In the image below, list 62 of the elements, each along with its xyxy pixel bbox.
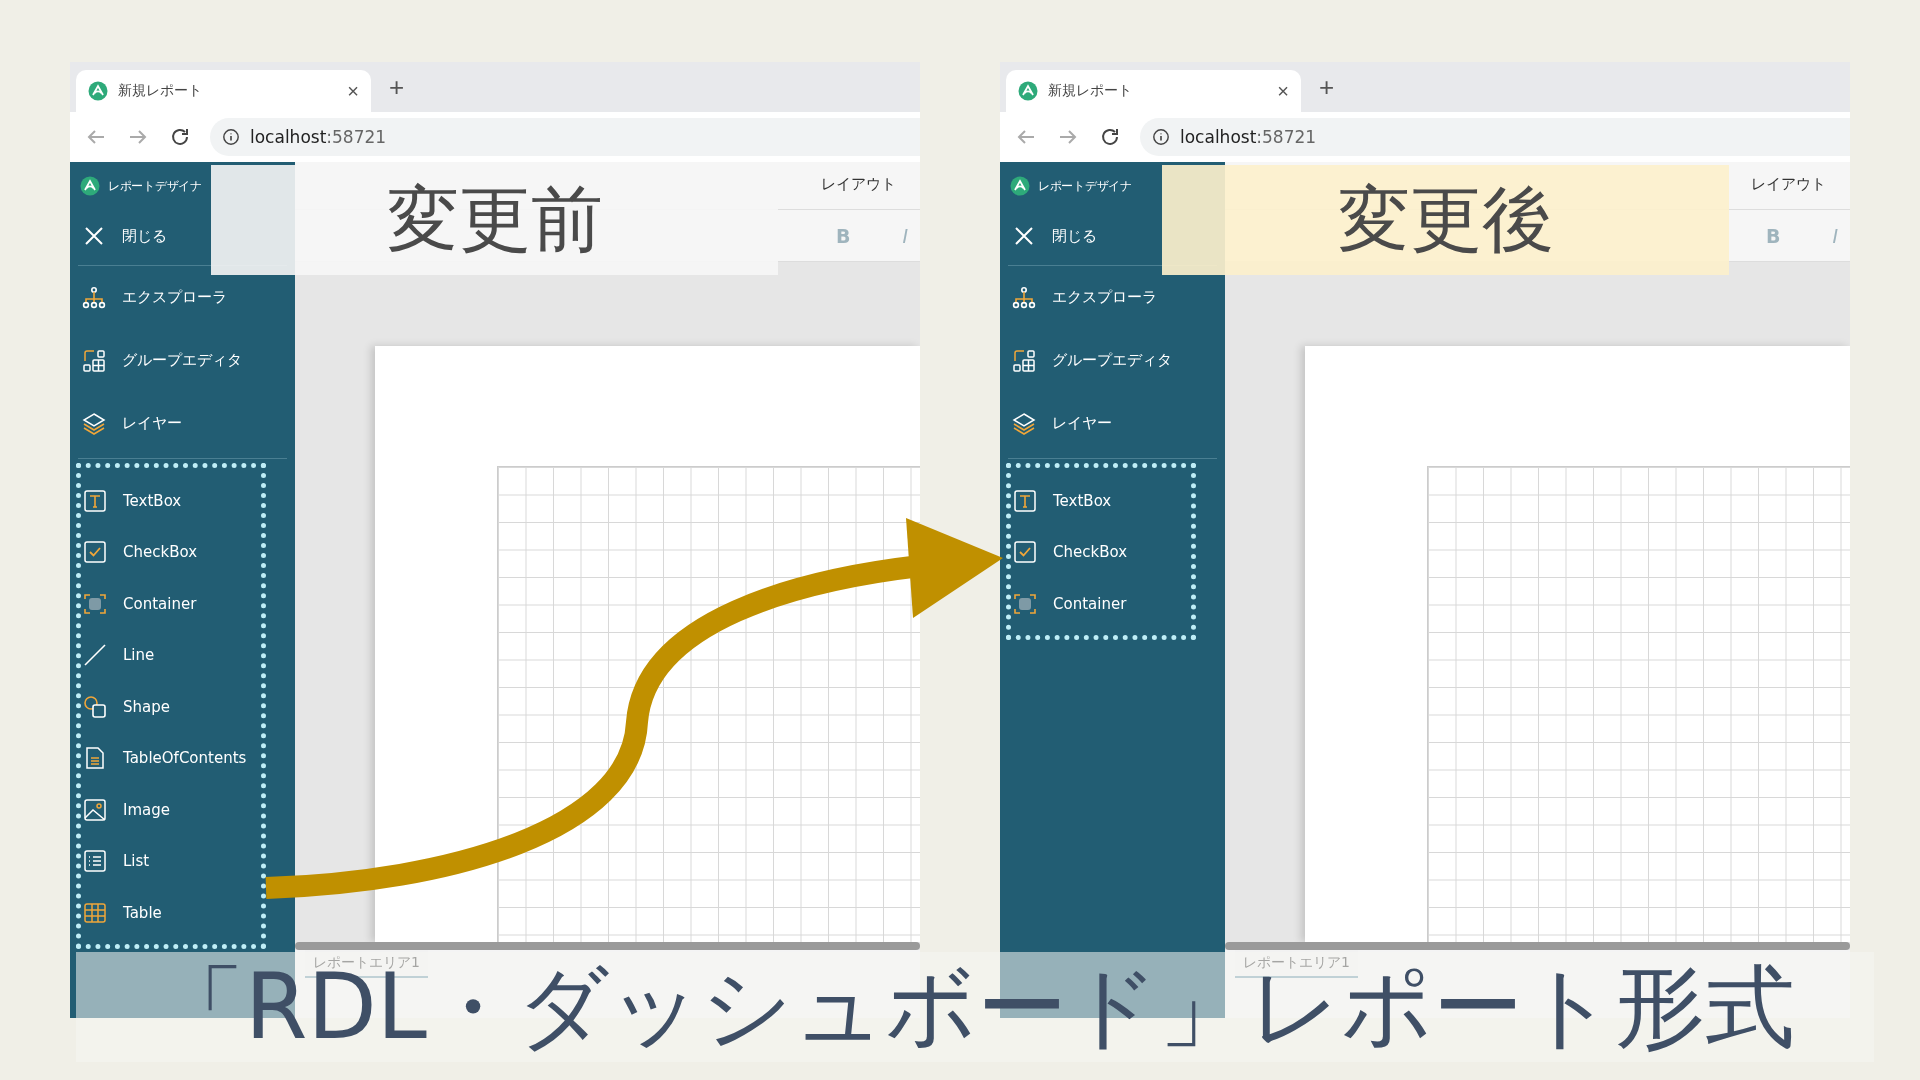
- close-tab-button[interactable]: ×: [1277, 79, 1289, 103]
- app-logo-icon: [1010, 176, 1030, 196]
- address-bar[interactable]: localhost:58721: [210, 118, 920, 156]
- grid-icon: [1012, 348, 1036, 373]
- close-tab-button[interactable]: ×: [347, 79, 359, 103]
- sidebar-item[interactable]: レイヤー: [1000, 403, 1116, 444]
- toolbox-item[interactable]: Image: [81, 789, 174, 830]
- hierarchy-icon: [82, 285, 106, 310]
- toolbox-item[interactable]: TextBox: [81, 480, 186, 521]
- url-text: localhost:58721: [1180, 127, 1317, 147]
- shapes-icon: [83, 694, 107, 719]
- checkbox-icon: [1013, 540, 1037, 564]
- toolbox-item[interactable]: Line: [81, 635, 159, 675]
- ribbon-tab[interactable]: レイアウト: [811, 162, 906, 209]
- toolbox-item[interactable]: Table: [81, 892, 166, 933]
- layers-icon: [82, 411, 106, 436]
- scrollbar[interactable]: [295, 942, 920, 950]
- hierarchy-icon: [1012, 285, 1036, 310]
- grid-icon: [82, 348, 106, 373]
- list-icon: [83, 849, 107, 873]
- app-logo-icon: [88, 81, 108, 101]
- info-icon: [1152, 128, 1170, 146]
- toolbox-item[interactable]: List: [81, 841, 154, 881]
- sidebar-item[interactable]: グループエディタ: [1000, 340, 1176, 381]
- app-title: レポートデザイナ: [1038, 177, 1132, 195]
- scrollbar[interactable]: [1225, 942, 1850, 950]
- checkbox-icon: [83, 540, 107, 564]
- layers-icon: [1012, 411, 1036, 436]
- info-icon: [222, 128, 240, 146]
- text-icon: [83, 488, 107, 513]
- new-tab-button[interactable]: +: [1313, 71, 1341, 103]
- app-title: レポートデザイナ: [108, 177, 202, 195]
- url-text: localhost:58721: [250, 127, 387, 147]
- app-logo-icon: [80, 176, 100, 196]
- toolbox-item[interactable]: Shape: [81, 686, 174, 727]
- toolbox-item[interactable]: TableOfContents: [81, 738, 251, 778]
- overlay-label: 変更前: [211, 165, 778, 275]
- table-icon: [83, 900, 107, 925]
- browser-tab[interactable]: 新規レポート ×: [76, 70, 371, 112]
- document-icon: [83, 746, 107, 770]
- toolbox-item[interactable]: CheckBox: [1011, 532, 1132, 572]
- ribbon-tab[interactable]: レイアウト: [1741, 162, 1836, 209]
- toolbox-item[interactable]: CheckBox: [81, 532, 202, 572]
- address-bar[interactable]: localhost:58721: [1140, 118, 1850, 156]
- toolbox-item[interactable]: TextBox: [1011, 480, 1116, 521]
- app-logo-icon: [1018, 81, 1038, 101]
- sidebar-item[interactable]: レイヤー: [70, 403, 186, 444]
- toolbox-item[interactable]: Container: [1011, 583, 1131, 624]
- close-button[interactable]: 閉じる: [1000, 216, 1101, 256]
- toolbox-item[interactable]: Container: [81, 583, 201, 624]
- new-tab-button[interactable]: +: [383, 71, 411, 103]
- image-icon: [83, 797, 107, 822]
- container-icon: [83, 591, 107, 616]
- text-icon: [1013, 488, 1037, 513]
- container-icon: [1013, 591, 1037, 616]
- sidebar-item[interactable]: エクスプローラ: [70, 277, 231, 318]
- overlay-label: 変更後: [1162, 165, 1729, 275]
- line-icon: [83, 643, 107, 667]
- sidebar-item[interactable]: グループエディタ: [70, 340, 246, 381]
- close-button[interactable]: 閉じる: [70, 216, 171, 256]
- sidebar-item[interactable]: エクスプローラ: [1000, 277, 1161, 318]
- browser-tab[interactable]: 新規レポート ×: [1006, 70, 1301, 112]
